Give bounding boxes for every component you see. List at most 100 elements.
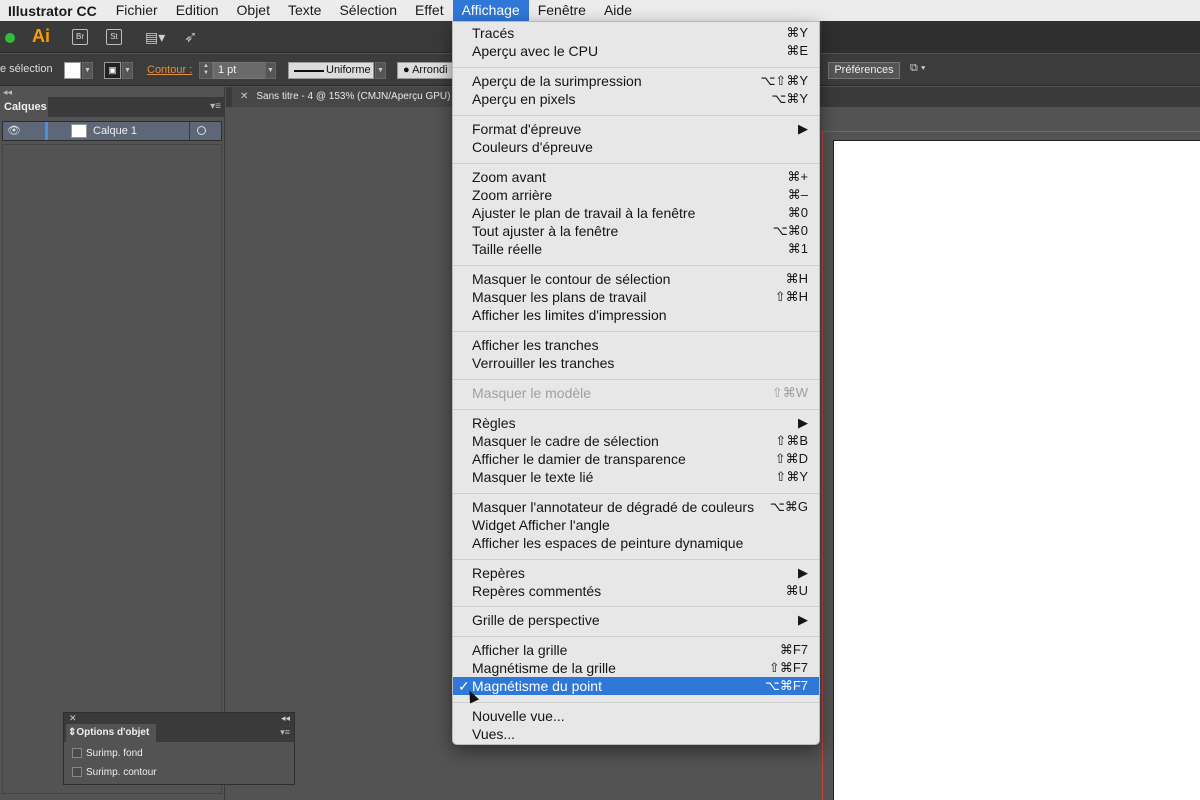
close-panel-icon[interactable]: ✕ <box>69 713 77 724</box>
overprint-fill-checkbox[interactable] <box>72 748 82 758</box>
menu-item-label: Widget Afficher l'angle <box>472 517 610 533</box>
menu-item-regles[interactable]: Règles ▶ <box>453 414 819 432</box>
menu-separator <box>453 493 819 494</box>
menu-shortcut: ⌘+ <box>787 169 808 184</box>
menu-shortcut: ⌥⌘G <box>769 499 808 514</box>
artboard[interactable] <box>833 140 1200 800</box>
menu-item-masquer-texte-lie[interactable]: Masquer le texte lié ⇧⌘Y <box>453 468 819 486</box>
send-icon[interactable]: ➶ <box>184 27 204 47</box>
menu-item-label: Masquer le texte lié <box>472 469 594 485</box>
menu-item-peinture-dynamique[interactable]: Afficher les espaces de peinture dynamiq… <box>453 534 819 552</box>
menu-effet[interactable]: Effet <box>406 0 453 21</box>
menu-item-apercu-pixels[interactable]: Aperçu en pixels ⌥⌘Y <box>453 90 819 108</box>
menu-fenetre[interactable]: Fenêtre <box>529 0 595 21</box>
menu-item-nouvelle-vue[interactable]: Nouvelle vue... <box>453 707 819 725</box>
menu-item-vues[interactable]: Vues... <box>453 725 819 743</box>
menu-aide[interactable]: Aide <box>595 0 641 21</box>
menu-item-annotateur-degrade[interactable]: Masquer l'annotateur de dégradé de coule… <box>453 498 819 516</box>
layer-name[interactable]: Calque 1 <box>93 125 137 137</box>
menu-edition[interactable]: Edition <box>167 0 228 21</box>
menu-separator <box>453 702 819 703</box>
document-tab-title: Sans titre - 4 @ 153% (CMJN/Aperçu GPU) <box>256 91 451 102</box>
menu-item-zoom-arriere[interactable]: Zoom arrière ⌘– <box>453 186 819 204</box>
menu-shortcut: ⌥⌘0 <box>772 223 808 238</box>
menu-shortcut: ⌘Y <box>786 25 808 40</box>
menu-item-masquer-plans[interactable]: Masquer les plans de travail ⇧⌘H <box>453 288 819 306</box>
menu-item-label: Magnétisme du point <box>472 678 602 694</box>
menu-item-label: Masquer le contour de sélection <box>472 271 671 287</box>
layer-target-icon[interactable] <box>197 126 206 135</box>
stroke-profile-dropdown-icon[interactable]: ▼ <box>375 62 386 79</box>
stock-button[interactable]: St <box>106 29 122 45</box>
bridge-button[interactable]: Br <box>72 29 88 45</box>
layers-tab[interactable]: Calques <box>0 97 48 117</box>
menu-item-magnetisme-point[interactable]: ✓ Magnétisme du point ⌥⌘F7 <box>453 677 819 695</box>
menu-item-widget-angle[interactable]: Widget Afficher l'angle <box>453 516 819 534</box>
menu-item-apercu-cpu[interactable]: Aperçu avec le CPU ⌘E <box>453 42 819 60</box>
contour-label[interactable]: Contour : <box>147 64 192 76</box>
menu-shortcut: ⇧⌘H <box>774 289 808 304</box>
menu-affichage[interactable]: Affichage <box>452 0 529 21</box>
menu-item-reperes[interactable]: Repères ▶ <box>453 564 819 582</box>
menu-item-masquer-contour-selection[interactable]: Masquer le contour de sélection ⌘H <box>453 270 819 288</box>
panel-menu-icon[interactable]: ▾≡ <box>210 101 221 112</box>
object-options-title: Options d'objet <box>76 727 150 738</box>
menu-separator <box>453 331 819 332</box>
menu-item-limites-impression[interactable]: Afficher les limites d'impression <box>453 306 819 324</box>
stroke-dropdown-icon[interactable]: ▼ <box>122 62 133 79</box>
menu-item-reperes-commentes[interactable]: Repères commentés ⌘U <box>453 582 819 600</box>
layer-color-bar <box>45 122 48 140</box>
menu-item-afficher-grille[interactable]: Afficher la grille ⌘F7 <box>453 641 819 659</box>
stroke-profile-select[interactable]: Uniforme <box>288 62 374 79</box>
menu-separator <box>453 115 819 116</box>
stroke-weight-field[interactable]: 1 pt <box>213 62 267 79</box>
submenu-arrow-icon: ▶ <box>798 565 808 580</box>
menu-item-format-epreuve[interactable]: Format d'épreuve ▶ <box>453 120 819 138</box>
menu-separator <box>453 636 819 637</box>
visibility-eye-icon[interactable]: 👁 <box>7 124 21 137</box>
menu-item-traces[interactable]: Tracés ⌘Y <box>453 24 819 42</box>
overprint-stroke-checkbox[interactable] <box>72 767 82 777</box>
menu-shortcut: ⌘E <box>786 43 808 58</box>
menu-item-damier-transparence[interactable]: Afficher le damier de transparence ⇧⌘D <box>453 450 819 468</box>
fill-swatch[interactable] <box>64 62 81 79</box>
menu-selection[interactable]: Sélection <box>330 0 406 21</box>
menu-item-label: Zoom arrière <box>472 187 553 203</box>
menu-item-grille-perspective[interactable]: Grille de perspective ▶ <box>453 611 819 629</box>
menu-item-tout-ajuster[interactable]: Tout ajuster à la fenêtre ⌥⌘0 <box>453 222 819 240</box>
menu-item-couleurs-epreuve[interactable]: Couleurs d'épreuve <box>453 138 819 156</box>
stroke-profile-label: Uniforme <box>326 64 371 76</box>
stroke-swatch[interactable]: ▣ <box>104 62 121 79</box>
menu-item-label: Grille de perspective <box>472 612 600 628</box>
panel-menu-icon[interactable]: ▾≡ <box>280 727 290 738</box>
layer-row[interactable]: 👁 Calque 1 <box>2 121 222 141</box>
menu-separator <box>453 163 819 164</box>
close-tab-icon[interactable]: ✕ <box>240 91 248 102</box>
menu-item-zoom-avant[interactable]: Zoom avant ⌘+ <box>453 168 819 186</box>
layers-panel: ◂◂ Calques ▾≡ 👁 Calque 1 <box>0 87 225 800</box>
stroke-weight-dropdown-icon[interactable]: ▼ <box>265 62 276 79</box>
app-menu[interactable]: Illustrator CC <box>0 3 107 19</box>
menu-fichier[interactable]: Fichier <box>107 0 167 21</box>
menu-separator <box>453 379 819 380</box>
menu-item-ajuster-plan[interactable]: Ajuster le plan de travail à la fenêtre ⌘… <box>453 204 819 222</box>
menu-item-verrouiller-tranches[interactable]: Verrouiller les tranches <box>453 354 819 372</box>
document-tab[interactable]: ✕ Sans titre - 4 @ 153% (CMJN/Aperçu GPU) <box>232 87 472 107</box>
arrange-icon[interactable]: ⧉ ▾ <box>910 62 926 75</box>
brush-select[interactable]: ● Arrondi <box>397 62 457 79</box>
menu-item-taille-reelle[interactable]: Taille réelle ⌘1 <box>453 240 819 258</box>
menu-separator <box>453 67 819 68</box>
fill-dropdown-icon[interactable]: ▼ <box>82 62 93 79</box>
object-options-tab[interactable]: ⇕Options d'objet <box>66 724 156 742</box>
workspace-icon[interactable]: ▤▾ <box>145 29 171 45</box>
stroke-weight-stepper[interactable]: ▲ ▼ <box>199 62 213 79</box>
menu-item-apercu-surimpression[interactable]: Aperçu de la surimpression ⌥⇧⌘Y <box>453 72 819 90</box>
preferences-button[interactable]: Préférences <box>828 62 900 79</box>
menu-item-afficher-tranches[interactable]: Afficher les tranches <box>453 336 819 354</box>
menu-item-masquer-cadre[interactable]: Masquer le cadre de sélection ⇧⌘B <box>453 432 819 450</box>
menu-item-magnetisme-grille[interactable]: Magnétisme de la grille ⇧⌘F7 <box>453 659 819 677</box>
menu-texte[interactable]: Texte <box>279 0 330 21</box>
window-status-dot[interactable] <box>5 33 15 43</box>
collapse-panel-icon[interactable]: ◂◂ <box>281 713 290 724</box>
menu-objet[interactable]: Objet <box>228 0 279 21</box>
